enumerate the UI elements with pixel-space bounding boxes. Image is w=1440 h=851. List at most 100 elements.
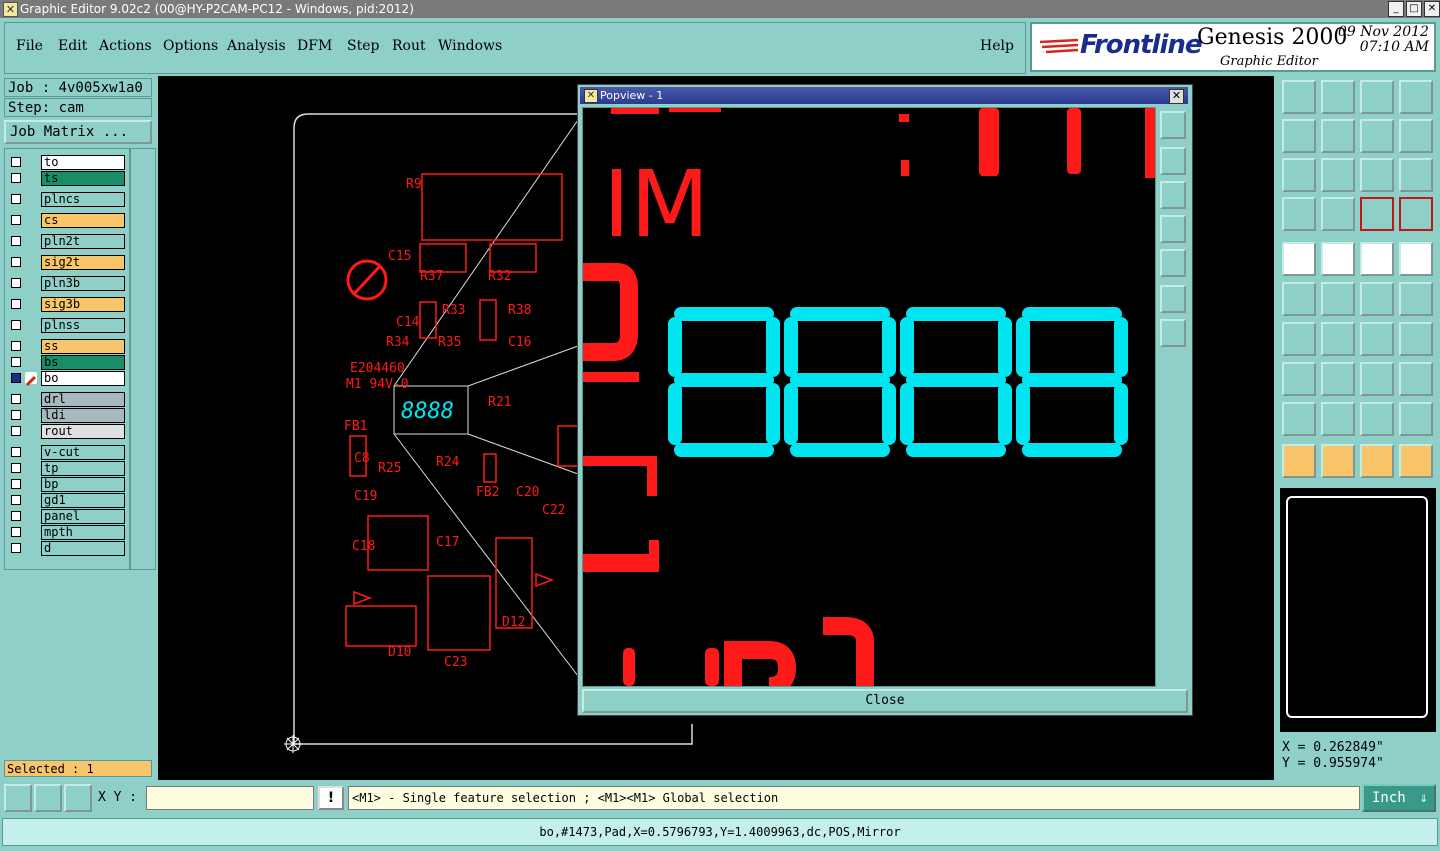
layer-row-sig2t[interactable]: sig2t: [7, 255, 125, 270]
fillet-tool-icon[interactable]: [1360, 402, 1394, 436]
layer-row-ts[interactable]: ts: [7, 171, 125, 186]
layer-row-ldi[interactable]: ldi: [7, 408, 125, 423]
menu-file[interactable]: File: [16, 38, 43, 54]
net-highlight-icon[interactable]: [1360, 197, 1394, 231]
layer-row-sig3b[interactable]: sig3b: [7, 297, 125, 312]
popview-pan-left-button[interactable]: [1160, 215, 1186, 243]
units-select[interactable]: Inch ⇓: [1362, 784, 1436, 812]
arc-tool-icon[interactable]: [1321, 402, 1355, 436]
layer-checkbox[interactable]: [11, 341, 21, 351]
angle-icon[interactable]: [1282, 322, 1316, 356]
select-net-icon[interactable]: [1399, 444, 1433, 478]
menu-actions[interactable]: Actions: [99, 38, 152, 54]
menu-dfm[interactable]: DFM: [297, 38, 332, 54]
angle-snap-icon[interactable]: [34, 784, 62, 812]
layer-checkbox[interactable]: [11, 173, 21, 183]
copy-pads-icon[interactable]: [1399, 362, 1433, 396]
layer-label[interactable]: plncs: [41, 192, 125, 207]
zoom-out-icon[interactable]: [1321, 158, 1355, 192]
layer-label[interactable]: drl: [41, 392, 125, 407]
rotate-icon[interactable]: [1360, 322, 1394, 356]
layer-checkbox[interactable]: [11, 215, 21, 225]
maximize-button[interactable]: □: [1406, 1, 1422, 17]
menu-help[interactable]: Help: [980, 38, 1014, 54]
popview-pan-down-button[interactable]: [1160, 181, 1186, 209]
layer-label[interactable]: gd1: [41, 493, 125, 508]
pan-right-icon[interactable]: [1321, 119, 1355, 153]
triangle-tool-icon[interactable]: [1282, 402, 1316, 436]
layer-label[interactable]: ldi: [41, 408, 125, 423]
net-connect-icon[interactable]: [1399, 197, 1433, 231]
layer-label[interactable]: ss: [41, 339, 125, 354]
layer-checkbox[interactable]: [11, 479, 21, 489]
popview-zoom-drawing[interactable]: IM: [583, 108, 1155, 686]
help-question-icon[interactable]: [1399, 158, 1433, 192]
layer-checkbox[interactable]: [11, 357, 21, 367]
layer-label[interactable]: plnss: [41, 318, 125, 333]
layer-row-plncs[interactable]: plncs: [7, 192, 125, 207]
layer-row-v-cut[interactable]: v-cut: [7, 445, 125, 460]
close-window-button[interactable]: ✕: [1424, 1, 1440, 17]
connect-nodes-icon[interactable]: [1282, 282, 1316, 316]
layer-label[interactable]: d: [41, 541, 125, 556]
layer-label[interactable]: mpth: [41, 525, 125, 540]
layer-label[interactable]: sig2t: [41, 255, 125, 270]
mirror-icon[interactable]: [1399, 322, 1433, 356]
layer-checkbox[interactable]: [11, 410, 21, 420]
layer-row-bp[interactable]: bp: [7, 477, 125, 492]
layer-checkbox[interactable]: [11, 257, 21, 267]
layer-checkbox[interactable]: [11, 236, 21, 246]
measure-ruler-icon[interactable]: [1360, 242, 1394, 276]
layer-row-drl[interactable]: drl: [7, 392, 125, 407]
popview-close-button[interactable]: Close: [582, 689, 1188, 713]
layer-label[interactable]: bo: [41, 371, 125, 386]
popview-zoom-out-button[interactable]: [1160, 319, 1186, 347]
layer-checkbox[interactable]: [11, 320, 21, 330]
layer-row-pln2t[interactable]: pln2t: [7, 234, 125, 249]
layer-label[interactable]: to: [41, 155, 125, 170]
layer-row-rout[interactable]: rout: [7, 424, 125, 439]
pan-left-icon[interactable]: [1282, 119, 1316, 153]
menu-rout[interactable]: Rout: [392, 38, 426, 54]
pan-top-icon[interactable]: [1282, 80, 1316, 114]
pan-bottom-icon[interactable]: [1321, 80, 1355, 114]
layer-row-d[interactable]: d: [7, 541, 125, 556]
layer-checkbox[interactable]: [11, 278, 21, 288]
layer-row-mpth[interactable]: mpth: [7, 525, 125, 540]
grid-icon[interactable]: [1321, 197, 1355, 231]
zoom-in-icon[interactable]: [1282, 158, 1316, 192]
select-pointer-icon[interactable]: [1282, 444, 1316, 478]
menu-windows[interactable]: Windows: [438, 38, 502, 54]
diagonal-line-icon[interactable]: [1321, 322, 1355, 356]
layer-label[interactable]: tp: [41, 461, 125, 476]
layer-checkbox[interactable]: [11, 299, 21, 309]
snap-mode-icon[interactable]: [4, 784, 32, 812]
edit-shape-icon[interactable]: [1321, 242, 1355, 276]
minimize-button[interactable]: _: [1388, 1, 1404, 17]
menu-step[interactable]: Step: [347, 38, 379, 54]
layer-checkbox[interactable]: [11, 543, 21, 553]
layer-checkbox[interactable]: [11, 511, 21, 521]
popview-zoom-window-button[interactable]: [1160, 111, 1186, 139]
layer-row-gd1[interactable]: gd1: [7, 493, 125, 508]
layer-row-bo[interactable]: bo: [7, 371, 125, 387]
cut-icon[interactable]: [1321, 282, 1355, 316]
layer-row-plnss[interactable]: plnss: [7, 318, 125, 333]
move-line-icon[interactable]: [1360, 282, 1394, 316]
layer-row-pln3b[interactable]: pln3b: [7, 276, 125, 291]
layer-checkbox[interactable]: [11, 394, 21, 404]
xy-input[interactable]: [146, 786, 314, 810]
snap-icon[interactable]: [1399, 119, 1433, 153]
layer-checkbox[interactable]: [11, 447, 21, 457]
layer-label[interactable]: rout: [41, 424, 125, 439]
display-settings-icon[interactable]: [1282, 197, 1316, 231]
layer-label[interactable]: sig3b: [41, 297, 125, 312]
layer-label[interactable]: panel: [41, 509, 125, 524]
popview-pan-up-button[interactable]: [1160, 147, 1186, 175]
popview-close-icon[interactable]: ✕: [1169, 89, 1184, 104]
grid-snap-icon[interactable]: [64, 784, 92, 812]
layer-label[interactable]: pln3b: [41, 276, 125, 291]
layer-checkbox[interactable]: [11, 157, 21, 167]
layer-label[interactable]: bs: [41, 355, 125, 370]
layer-checkbox[interactable]: [11, 426, 21, 436]
